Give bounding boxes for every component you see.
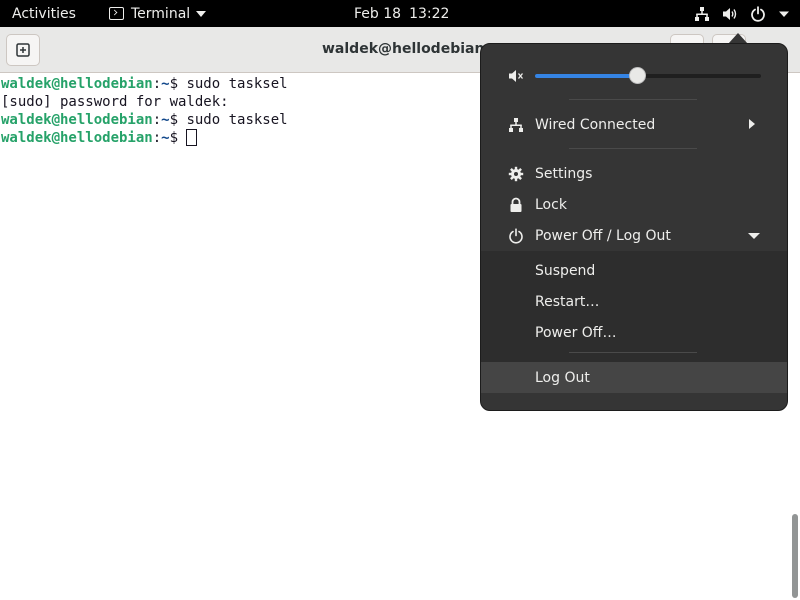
gear-icon [507, 165, 525, 183]
output-text: [sudo] password for waldek: [1, 94, 229, 110]
power-off-logout-item[interactable]: Power Off / Log Out [481, 220, 787, 251]
prompt-user: waldek@hellodebian [1, 76, 153, 92]
chevron-right-icon [749, 119, 755, 129]
network-wired-item[interactable]: Wired Connected [481, 109, 787, 140]
prompt-path: ~ [161, 112, 170, 128]
menu-separator [569, 99, 697, 100]
command-text: $ sudo tasksel [169, 112, 288, 128]
scrollbar-thumb[interactable] [792, 514, 798, 598]
command-text: $ [169, 130, 187, 146]
power-off-label: Power Off… [535, 324, 617, 341]
power-submenu: Suspend Restart… Power Off… Log Out [481, 251, 787, 393]
audio-volume-icon [723, 7, 737, 20]
prompt-user: waldek@hellodebian [1, 130, 153, 146]
activities-button[interactable]: Activities [12, 0, 76, 27]
prompt-user: waldek@hellodebian [1, 112, 153, 128]
network-wired-icon [507, 116, 525, 134]
menu-separator [569, 148, 697, 149]
clock-date: Feb 18 [354, 5, 402, 22]
lock-item[interactable]: Lock [481, 189, 787, 220]
suspend-item[interactable]: Suspend [481, 255, 787, 286]
prompt-colon: : [152, 112, 162, 128]
chevron-down-icon [196, 10, 207, 17]
power-off-item[interactable]: Power Off… [481, 317, 787, 348]
text-cursor [186, 129, 198, 146]
logout-label: Log Out [535, 369, 590, 386]
restart-item[interactable]: Restart… [481, 286, 787, 317]
new-tab-button[interactable] [6, 34, 40, 66]
clock-button[interactable]: Feb 18 13:22 [354, 0, 449, 27]
top-bar: Activities Terminal Feb 18 13:22 [0, 0, 800, 30]
audio-volume-muted-icon[interactable] [507, 67, 525, 85]
volume-row [481, 60, 787, 91]
power-icon [507, 227, 525, 245]
prompt-colon: : [152, 130, 162, 146]
new-tab-icon [16, 43, 30, 57]
settings-label: Settings [535, 165, 593, 182]
volume-slider-handle[interactable] [629, 67, 646, 84]
network-wired-label: Wired Connected [535, 116, 656, 133]
volume-slider[interactable] [535, 67, 761, 84]
menu-separator [569, 352, 697, 353]
restart-label: Restart… [535, 293, 600, 310]
system-status-button[interactable] [688, 0, 800, 30]
activities-label: Activities [12, 5, 76, 22]
chevron-down-icon [748, 233, 760, 239]
settings-item[interactable]: Settings [481, 158, 787, 189]
window-title: waldek@hellodebian: ~ [322, 41, 507, 57]
logout-item[interactable]: Log Out [481, 362, 787, 393]
terminal-icon [109, 7, 124, 20]
scrollbar[interactable] [790, 74, 800, 600]
lock-icon [507, 196, 525, 214]
power-icon [751, 5, 765, 22]
command-text: $ sudo tasksel [169, 76, 288, 92]
prompt-colon: : [152, 76, 162, 92]
clock-time: 13:22 [409, 5, 450, 22]
power-off-logout-label: Power Off / Log Out [535, 227, 671, 244]
app-menu-button[interactable]: Terminal [109, 0, 207, 27]
prompt-path: ~ [161, 76, 170, 92]
suspend-label: Suspend [535, 262, 596, 279]
app-menu-label: Terminal [131, 5, 191, 22]
prompt-path: ~ [161, 130, 170, 146]
system-menu: Wired Connected Settings Lock Power Off … [480, 43, 788, 411]
lock-label: Lock [535, 196, 567, 213]
chevron-down-icon [779, 11, 789, 17]
volume-slider-fill [535, 74, 637, 78]
network-wired-icon [695, 6, 709, 21]
